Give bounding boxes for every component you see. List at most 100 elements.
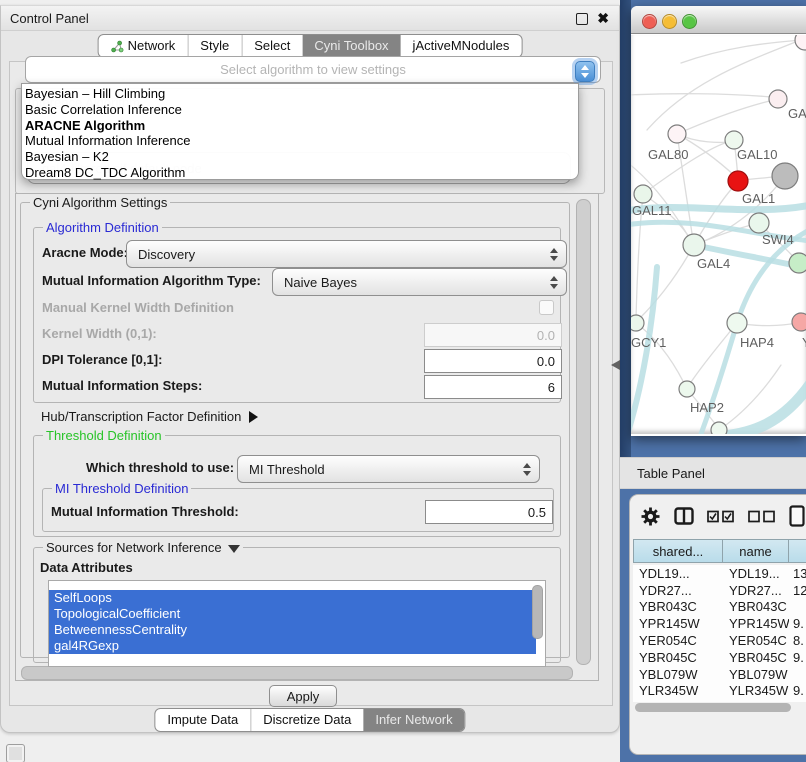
checked-pair-icon[interactable] <box>707 510 735 523</box>
columns-icon[interactable] <box>674 507 694 525</box>
network-node-gcy1[interactable] <box>631 315 644 331</box>
dropdown-item-dream8-dc-tdc-algorithm[interactable]: Dream8 DC_TDC Algorithm <box>22 165 578 181</box>
network-node-gal[interactable] <box>769 90 787 108</box>
table-row[interactable]: YPR145WYPR145W9. <box>633 615 806 632</box>
table-rows: YDL19...YDL19...13YDR27...YDR27...12YBR0… <box>633 565 806 702</box>
minimized-panel-button[interactable] <box>6 744 25 762</box>
collapse-down-icon <box>228 545 240 553</box>
tab-style[interactable]: Style <box>187 35 241 57</box>
attribute-item-selfloops[interactable]: SelfLoops <box>49 590 536 606</box>
attribute-item-betweennesscentrality[interactable]: BetweennessCentrality <box>49 622 536 638</box>
tab-jactivemnodules[interactable]: jActiveMNodules <box>401 35 522 57</box>
table-row[interactable]: YER054CYER054C8. <box>633 632 806 649</box>
combobox-arrows-icon[interactable] <box>575 61 595 82</box>
document-icon[interactable] <box>789 505 805 527</box>
dropdown-item-basic-correlation-inference[interactable]: Basic Correlation Inference <box>22 102 578 118</box>
mi-type-label: Mutual Information Algorithm Type: <box>42 273 261 289</box>
control-panel-title: Control Panel <box>10 11 89 26</box>
tab-network[interactable]: Network <box>99 35 188 57</box>
which-threshold-value: MI Threshold <box>249 462 325 477</box>
column-header-name[interactable]: name <box>723 539 789 563</box>
table-horizontal-scrollbar[interactable] <box>635 703 791 712</box>
network-node-label: GAL11 <box>632 203 672 218</box>
apply-button[interactable]: Apply <box>269 685 337 707</box>
network-node-gal4[interactable] <box>683 234 705 256</box>
tab-select[interactable]: Select <box>241 35 302 57</box>
tab-cyni-toolbox[interactable]: Cyni Toolbox <box>302 35 400 57</box>
gear-icon[interactable] <box>640 506 661 527</box>
dropdown-item-aracne-algorithm[interactable]: ARACNE Algorithm <box>22 118 578 134</box>
table-row[interactable]: YBR043CYBR043C <box>633 599 806 616</box>
dpi-tolerance-field[interactable]: 0.0 <box>424 349 562 373</box>
settings-scrollpane: Cyni Algorithm Settings Algorithm Defini… <box>15 193 599 681</box>
algorithm-combobox[interactable]: Select algorithm to view settings <box>25 56 601 83</box>
network-node[interactable] <box>789 253 806 273</box>
network-node-hap4[interactable] <box>727 313 747 333</box>
which-threshold-combobox[interactable]: MI Threshold <box>237 455 540 483</box>
control-panel-window: Control Panel ✖ NetworkStyleSelectCyni T… <box>0 5 620 733</box>
network-node-gal11[interactable] <box>634 185 652 203</box>
network-node-label: GAL <box>788 106 806 121</box>
network-node-y[interactable] <box>792 313 806 331</box>
dpi-tolerance-label: DPI Tolerance [0,1]: <box>42 352 162 368</box>
horizontal-scrollbar[interactable] <box>21 666 573 680</box>
table-panel-titlebar: Table Panel <box>620 457 806 489</box>
minimize-traffic-light[interactable] <box>662 14 677 29</box>
sources-group-label[interactable]: Sources for Network Inference <box>43 540 243 555</box>
table-row[interactable]: YLR345WYLR345W9. <box>633 683 806 700</box>
network-view-window: GALGAL80GAL10GAL1GAL11SWI4GAL4GCY1HAP4YH… <box>631 6 806 436</box>
network-node-hap2[interactable] <box>679 381 695 397</box>
table-row[interactable]: YIL052CYIL052C9. <box>633 699 806 702</box>
vertical-scrollbar[interactable] <box>576 199 591 665</box>
table-cell: YIL052C <box>633 700 723 702</box>
network-node[interactable] <box>711 422 727 434</box>
unchecked-pair-icon[interactable] <box>748 510 776 523</box>
bottom-tab-impute-data[interactable]: Impute Data <box>155 709 250 731</box>
dropdown-item-bayesian-k2[interactable]: Bayesian – K2 <box>22 149 578 165</box>
dropdown-item-bayesian-hill-climbing[interactable]: Bayesian – Hill Climbing <box>22 86 578 102</box>
hub-definition-expander[interactable]: Hub/Transcription Factor Definition <box>41 409 258 424</box>
close-icon[interactable]: ✖ <box>597 9 609 27</box>
bottom-tab-label: Impute Data <box>167 709 238 731</box>
close-traffic-light[interactable] <box>642 14 657 29</box>
network-node-label: SWI4 <box>762 232 794 247</box>
network-node-gal1[interactable] <box>728 171 748 191</box>
mi-type-value: Naive Bayes <box>284 275 357 290</box>
network-canvas[interactable]: GALGAL80GAL10GAL1GAL11SWI4GAL4GCY1HAP4YH… <box>631 35 806 434</box>
table-row[interactable]: YBR045CYBR045C9. <box>633 649 806 666</box>
bottom-tab-infer-network[interactable]: Infer Network <box>363 709 464 731</box>
network-node-swi4[interactable] <box>749 213 769 233</box>
combobox-arrows-icon <box>550 248 558 261</box>
aracne-mode-combobox[interactable]: Discovery <box>126 240 567 268</box>
table-row[interactable]: YBL079WYBL079W <box>633 666 806 683</box>
table-cell: 9. <box>789 616 806 631</box>
table-cell: YER054C <box>723 633 789 648</box>
cyni-algorithm-settings-group: Cyni Algorithm Settings Algorithm Defini… <box>20 202 570 658</box>
table-row[interactable]: YDR27...YDR27...12 <box>633 582 806 599</box>
mi-threshold-group-label: MI Threshold Definition <box>52 481 191 496</box>
mi-threshold-field[interactable]: 0.5 <box>425 500 553 524</box>
dropdown-item-mutual-information-inference[interactable]: Mutual Information Inference <box>22 133 578 149</box>
screen: Control Panel ✖ NetworkStyleSelectCyni T… <box>0 0 806 762</box>
attribute-item-gal4rgexp[interactable]: gal4RGexp <box>49 638 536 654</box>
threshold-definition-label: Threshold Definition <box>43 428 165 443</box>
network-node[interactable] <box>772 163 798 189</box>
mi-steps-field[interactable]: 6 <box>424 375 562 399</box>
network-icon <box>111 40 124 53</box>
bottom-tab-discretize-data[interactable]: Discretize Data <box>250 709 363 731</box>
list-scrollbar[interactable] <box>532 585 543 639</box>
network-window-titlebar[interactable] <box>631 6 806 34</box>
network-node[interactable] <box>795 35 806 50</box>
apply-button-label: Apply <box>287 689 320 704</box>
network-node-label: GAL4 <box>697 256 730 271</box>
column-header-a[interactable]: A <box>789 539 806 563</box>
float-window-icon[interactable] <box>576 13 588 25</box>
zoom-traffic-light[interactable] <box>682 14 697 29</box>
network-node-gal80[interactable] <box>668 125 686 143</box>
column-header-shared[interactable]: shared... <box>633 539 723 563</box>
table-cell: YPR145W <box>723 616 789 631</box>
table-row[interactable]: YDL19...YDL19...13 <box>633 565 806 582</box>
mi-type-combobox[interactable]: Naive Bayes <box>272 268 567 296</box>
table-panel-title: Table Panel <box>637 466 705 481</box>
attribute-item-topologicalcoefficient[interactable]: TopologicalCoefficient <box>49 606 536 622</box>
